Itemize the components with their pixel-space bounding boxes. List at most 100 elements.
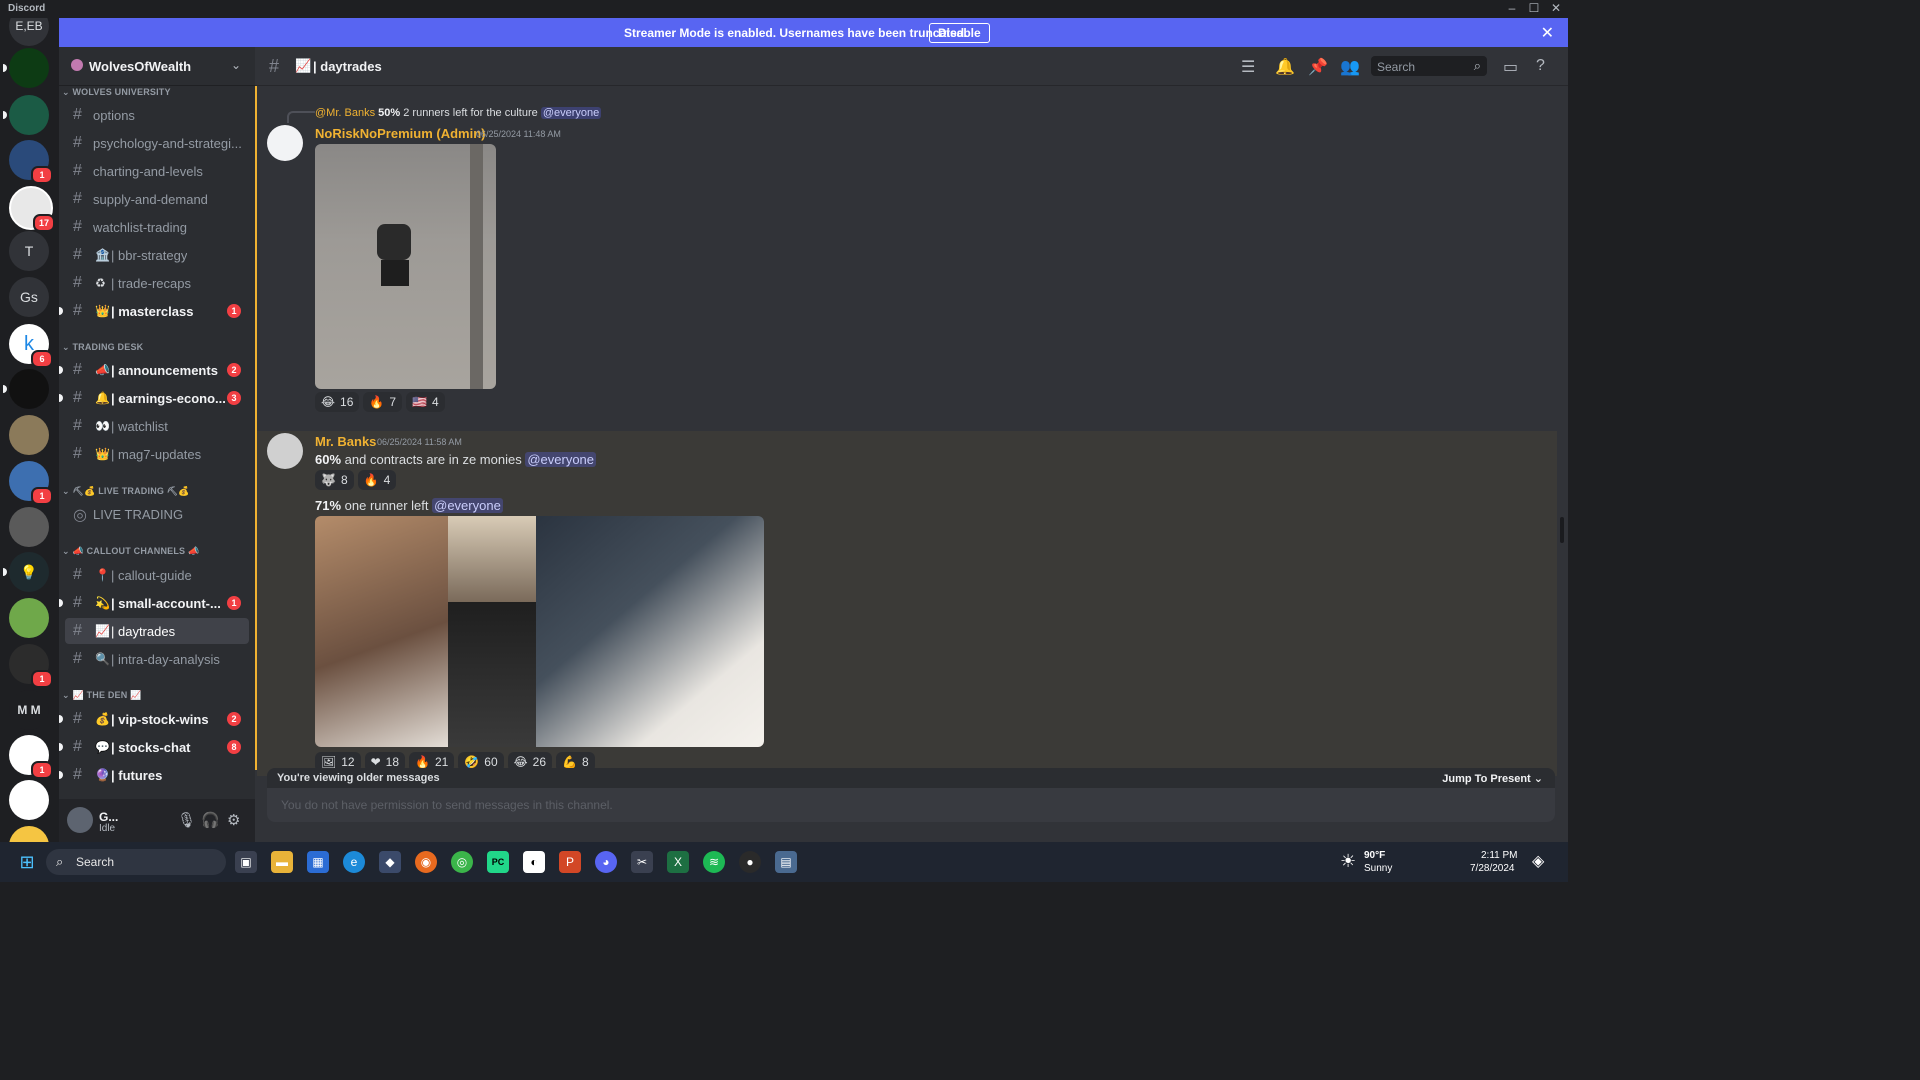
jump-to-present-button[interactable]: Jump To Present ⌄ <box>1442 772 1543 785</box>
channel-earnings[interactable]: # 🔔 | earnings-econo... 3 <box>59 385 249 411</box>
avatar[interactable] <box>67 807 93 833</box>
firefox-icon[interactable]: ◉ <box>415 851 437 873</box>
channel-watchlist-trading[interactable]: # watchlist-trading <box>65 214 249 240</box>
server-t[interactable]: T <box>9 231 49 271</box>
channel-futures[interactable]: # 🔮 | futures <box>59 762 249 788</box>
category-wolves-university[interactable]: ⌄ WOLVES UNIVERSITY <box>62 87 171 98</box>
channel-charting[interactable]: # charting-and-levels <box>65 158 249 184</box>
app-icon[interactable]: ◆ <box>379 851 401 873</box>
reply-preview[interactable]: @Mr. Banks 50% 2 runners left for the cu… <box>315 107 602 119</box>
channel-psychology[interactable]: # psychology-and-strategi... <box>65 130 249 156</box>
pin-icon[interactable]: 📌 <box>1308 57 1328 77</box>
minimize-icon[interactable]: – <box>1502 1 1522 15</box>
reaction[interactable]: 🔥 4 <box>357 470 397 490</box>
server-icon[interactable] <box>9 826 49 842</box>
disable-streamer-button[interactable]: Disable <box>929 23 990 43</box>
taskbar-search-input[interactable]: ⌕ Search <box>46 849 226 875</box>
snipping-icon[interactable]: ✂ <box>631 851 653 873</box>
weather-icon[interactable]: ☀ <box>1340 851 1356 872</box>
channel-mag7-updates[interactable]: # 👑 | mag7-updates <box>65 441 249 467</box>
task-view-icon[interactable]: ▣ <box>235 851 257 873</box>
server-icon[interactable] <box>3 369 49 409</box>
server-icon[interactable]: 1 <box>9 644 53 688</box>
channel-options[interactable]: # options <box>65 102 249 128</box>
help-icon[interactable]: ? <box>1536 57 1545 75</box>
reaction[interactable]: 😂 16 <box>315 392 360 412</box>
edge-icon[interactable]: e <box>343 851 365 873</box>
server-gs[interactable]: Gs <box>9 277 49 317</box>
chevron-down-icon[interactable]: ⌄ <box>231 58 241 72</box>
message-author[interactable]: Mr. Banks <box>315 434 376 449</box>
chrome-icon[interactable]: ◎ <box>451 851 473 873</box>
lightbulb-icon[interactable]: 💡 <box>3 552 49 592</box>
server-mm[interactable]: M M <box>9 690 49 730</box>
server-icon[interactable] <box>9 598 49 638</box>
channel-bbr-strategy[interactable]: # 🏦 | bbr-strategy <box>65 242 249 268</box>
server-icon[interactable] <box>9 507 49 547</box>
members-icon[interactable]: 👥 <box>1340 57 1360 77</box>
server-icon[interactable]: 1 <box>9 140 53 184</box>
server-icon[interactable] <box>9 780 49 820</box>
search-input[interactable]: Search ⌕ <box>1371 56 1487 76</box>
reaction[interactable]: 🐺 8 <box>315 470 354 490</box>
channel-callout-guide[interactable]: # 📍 | callout-guide <box>65 562 249 588</box>
windows-start-icon[interactable]: ⊞ <box>16 851 38 873</box>
channel-supply-demand[interactable]: # supply-and-demand <box>65 186 249 212</box>
channel-small-account[interactable]: # 💫 | small-account-... 1 <box>59 590 249 616</box>
message-author[interactable]: NoRiskNoPremium (Admin) <box>315 126 485 141</box>
server-header[interactable]: WolvesOfWealth ⌄ <box>59 47 255 86</box>
category-the-den[interactable]: ⌄ 📈 THE DEN 📈 <box>62 690 142 701</box>
self-server[interactable]: E,EB <box>9 18 49 46</box>
server-icon[interactable]: 1 <box>9 735 53 779</box>
app-icon[interactable]: ◐ <box>523 851 545 873</box>
copilot-icon[interactable]: ◈ <box>1532 851 1544 871</box>
server-icon[interactable] <box>3 95 49 135</box>
server-icon[interactable]: 1 <box>9 461 53 505</box>
reaction[interactable]: 🇺🇸 4 <box>406 392 445 412</box>
excel-icon[interactable]: X <box>667 851 689 873</box>
store-icon[interactable]: ▦ <box>307 851 329 873</box>
reaction[interactable]: 🔥 7 <box>363 392 403 412</box>
voice-channel-live-trading[interactable]: ◎ LIVE TRADING <box>65 501 249 527</box>
server-icon[interactable] <box>3 48 49 88</box>
scrollbar-thumb[interactable] <box>1560 517 1564 543</box>
server-k[interactable]: k6 <box>9 324 53 368</box>
gif-attachment[interactable] <box>315 144 496 389</box>
category-trading-desk[interactable]: ⌄ TRADING DESK <box>62 342 143 353</box>
category-live-trading[interactable]: ⌄ ⛏💰 LIVE TRADING ⛏💰 <box>62 486 190 497</box>
avatar[interactable] <box>267 125 303 161</box>
threads-icon[interactable]: ☰ <box>1241 57 1255 77</box>
channel-sidebar: WolvesOfWealth ⌄ ⌄ WOLVES UNIVERSITY # op… <box>59 47 255 799</box>
channel-masterclass[interactable]: # 👑 | masterclass 1 <box>59 298 249 324</box>
pycharm-icon[interactable]: PC <box>487 851 509 873</box>
clock-time[interactable]: 2:11 PM <box>1481 850 1518 861</box>
image-attachment[interactable] <box>315 516 764 747</box>
server-icon-active[interactable]: 17 <box>9 186 55 232</box>
channel-intra-day-analysis[interactable]: # 🔍 | intra-day-analysis <box>65 646 249 672</box>
headphones-icon[interactable]: 🎧 <box>201 811 220 829</box>
close-window-icon[interactable]: ✕ <box>1546 1 1566 15</box>
discord-icon[interactable]: ◕ <box>595 851 617 873</box>
close-banner-icon[interactable]: ✕ <box>1541 23 1554 43</box>
channel-stocks-chat[interactable]: # 💬 | stocks-chat 8 <box>59 734 249 760</box>
maximize-icon[interactable]: ☐ <box>1524 1 1544 15</box>
inbox-icon[interactable]: ▭ <box>1503 57 1518 77</box>
search-icon: ⌕ <box>1473 58 1481 73</box>
channel-watchlist[interactable]: # 👀 | watchlist <box>65 413 249 439</box>
app-icon[interactable]: ▤ <box>775 851 797 873</box>
bell-icon[interactable]: 🔔 <box>1275 57 1295 77</box>
channel-announcements[interactable]: # 📣 | announcements 2 <box>59 357 249 383</box>
server-icon[interactable] <box>9 415 49 455</box>
channel-daytrades[interactable]: # 📈 | daytrades <box>65 618 249 644</box>
powerpoint-icon[interactable]: P <box>559 851 581 873</box>
channel-trade-recaps[interactable]: # ♻ | trade-recaps <box>65 270 249 296</box>
gear-icon[interactable]: ⚙ <box>227 811 240 829</box>
category-callout-channels[interactable]: ⌄ 📣 CALLOUT CHANNELS 📣 <box>62 546 199 557</box>
channel-vip-stock-wins[interactable]: # 💰 | vip-stock-wins 2 <box>59 706 249 732</box>
file-explorer-icon[interactable]: ▬ <box>271 851 293 873</box>
clock-date[interactable]: 7/28/2024 <box>1470 863 1515 874</box>
obs-icon[interactable]: ● <box>739 851 761 873</box>
spotify-icon[interactable]: ≋ <box>703 851 725 873</box>
microphone-icon[interactable]: 🎙 <box>177 811 196 829</box>
avatar[interactable] <box>267 433 303 469</box>
